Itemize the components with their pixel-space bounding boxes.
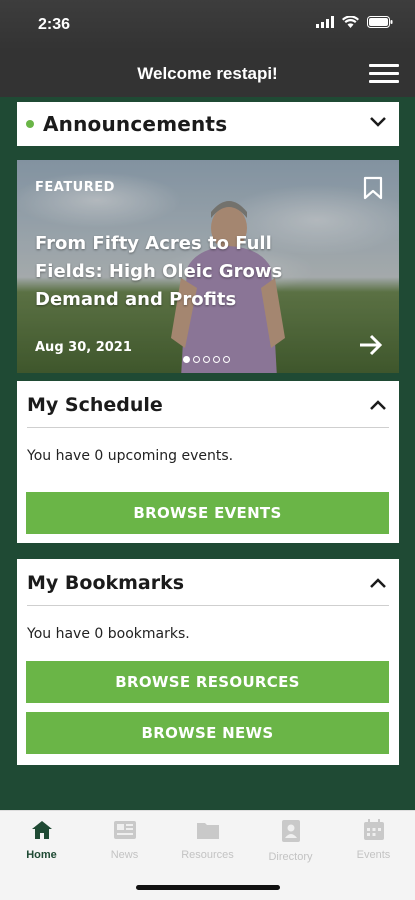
bookmarks-empty-text: You have 0 bookmarks. [27,626,190,642]
featured-tag: FEATURED [35,180,115,195]
carousel-pager[interactable] [183,356,230,363]
pager-dot-active[interactable] [183,356,190,363]
pager-dot[interactable] [193,356,200,363]
tab-events[interactable]: Events [332,819,415,861]
chevron-down-icon [370,117,386,127]
divider [27,427,389,428]
home-icon [31,821,52,839]
status-time: 2:36 [38,16,71,33]
tab-directory[interactable]: Directory [249,819,332,863]
schedule-empty-text: You have 0 upcoming events. [27,448,234,464]
tab-label: Directory [268,851,313,863]
calendar-icon [363,819,384,840]
chevron-up-icon[interactable] [369,577,387,589]
menu-icon-bar [369,64,399,67]
divider [27,605,389,606]
signal-icon [316,16,334,28]
bookmark-icon[interactable] [363,176,383,200]
chevron-up-icon[interactable] [369,399,387,411]
tab-resources[interactable]: Resources [166,819,249,861]
menu-icon-bar [369,80,399,83]
news-icon [113,821,136,839]
browse-events-button[interactable]: BROWSE EVENTS [26,492,389,534]
wifi-icon [342,16,359,28]
schedule-title: My Schedule [27,394,163,416]
announcements-dropdown[interactable]: Announcements [17,102,399,146]
tab-label: News [110,849,139,861]
app-header: Welcome restapi! [0,50,415,97]
pager-dot[interactable] [213,356,220,363]
browse-news-button[interactable]: BROWSE NEWS [26,712,389,754]
schedule-card: My Schedule You have 0 upcoming events. … [17,381,399,543]
announcements-label: Announcements [43,112,228,136]
tab-label: Home [26,849,57,861]
status-bar: 2:36 [0,0,415,50]
bookmarks-title: My Bookmarks [27,572,185,594]
featured-title[interactable]: From Fifty Acres to Full Fields: High Ol… [35,230,335,314]
status-dot [26,120,34,128]
battery-icon [367,16,393,28]
directory-icon [281,820,300,842]
status-icons [316,16,393,28]
resources-icon [196,823,219,839]
featured-date: Aug 30, 2021 [35,340,132,355]
menu-icon-bar [369,72,399,75]
tab-home[interactable]: Home [0,819,83,861]
browse-resources-button[interactable]: BROWSE RESOURCES [26,661,389,703]
pager-dot[interactable] [203,356,210,363]
pager-dot[interactable] [223,356,230,363]
bookmarks-card: My Bookmarks You have 0 bookmarks. BROWS… [17,559,399,765]
featured-article-card[interactable]: FEATURED From Fifty Acres to Full Fields… [17,160,399,373]
home-indicator [136,885,280,890]
main-content[interactable]: Announcements FEATURED From Fifty Acres … [0,97,415,810]
tab-news[interactable]: News [83,819,166,861]
menu-button[interactable] [369,64,399,86]
arrow-right-icon[interactable] [358,334,384,356]
tab-label: Resources [181,849,234,861]
tab-label: Events [356,849,391,861]
page-title: Welcome restapi! [137,64,278,83]
